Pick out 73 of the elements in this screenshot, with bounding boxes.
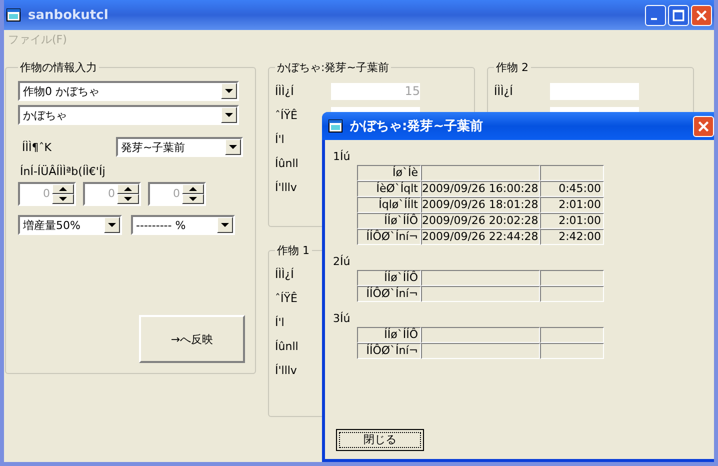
table-cell: ÍÍø`ÍÍÔ xyxy=(357,213,421,229)
field-label: Íûnll xyxy=(275,340,298,352)
table-cell xyxy=(540,286,604,302)
field-label: Í'l xyxy=(275,132,284,146)
table-cell: 2:01:00 xyxy=(540,213,604,229)
apply-button[interactable]: →へ反映 xyxy=(139,315,245,363)
maximize-button[interactable] xyxy=(668,4,689,26)
table-cell: ÍèØ`Íqlt xyxy=(357,181,421,197)
dropdown-arrow-icon xyxy=(229,145,237,149)
table-cell: 0:45:00 xyxy=(540,181,604,197)
field-label: ÍÌÌ¿Í xyxy=(494,84,513,98)
dropdown[interactable]: --------- % xyxy=(131,215,235,235)
dropdown[interactable]: かぼちゃ xyxy=(18,105,239,125)
field-label: ÍÌÌ¿Í xyxy=(275,84,294,98)
up-arrow-icon xyxy=(189,187,197,191)
table-cell: 2009/09/26 22:44:28 xyxy=(421,229,540,245)
field-label: ÍnÍ-ÍÜÂÍÌÌªb(ÍÌ€'Íj xyxy=(19,165,106,178)
down-arrow-icon xyxy=(189,197,197,201)
field-label: ÍÌÌ¶ˆK xyxy=(22,140,52,154)
dropdown-arrow-icon xyxy=(108,223,116,227)
field-label: Í'lllv xyxy=(275,364,297,376)
close-icon xyxy=(697,120,710,132)
field-label: ÍÌÌ¿Í xyxy=(275,268,294,280)
table-cell: ÍÍÔØ`Íní¬ xyxy=(357,229,421,245)
table-cell: 2:42:00 xyxy=(540,229,604,245)
dropdown-arrow-icon xyxy=(225,89,233,93)
minimize-icon xyxy=(651,18,657,20)
close-button[interactable] xyxy=(691,4,712,26)
close-button[interactable] xyxy=(693,116,714,136)
field-label: Íûnll xyxy=(275,156,298,170)
maximize-icon xyxy=(672,8,685,22)
field-label: Í'lllv xyxy=(275,180,297,194)
day-label: 3Íú xyxy=(333,312,352,325)
field-label: ˆÍŸÊ xyxy=(275,108,298,122)
up-arrow-icon xyxy=(59,187,67,191)
day-label: 1Íú xyxy=(333,150,352,163)
minimize-button[interactable] xyxy=(645,4,666,26)
down-arrow-icon xyxy=(124,197,132,201)
dialog-title: かぼちゃ:発芽~子葉前 xyxy=(350,118,484,135)
group-title: 作物の情報入力 xyxy=(19,60,98,75)
group-title: 作物 1 xyxy=(276,243,310,258)
table-cell: ÍÍÔØ`Íní¬ xyxy=(357,286,421,302)
table-cell xyxy=(540,165,604,181)
window-icon xyxy=(328,118,344,134)
dropdown[interactable]: 作物0 かぼちゃ xyxy=(18,81,239,101)
table-cell: Íqlø`ÍÍlt xyxy=(357,197,421,213)
table-cell xyxy=(540,327,604,343)
dropdown[interactable]: 増産量50% xyxy=(18,215,122,235)
table-cell: 2:01:00 xyxy=(540,197,604,213)
group-title: 作物 2 xyxy=(495,60,530,75)
up-arrow-icon xyxy=(124,187,132,191)
dropdown-arrow-icon xyxy=(225,113,233,117)
table-cell: 2009/09/26 16:00:28 xyxy=(421,181,540,197)
table-cell xyxy=(540,270,604,286)
text-field[interactable] xyxy=(550,82,639,100)
down-arrow-icon xyxy=(59,197,67,201)
field-label: Í'l xyxy=(275,316,284,328)
table-cell xyxy=(540,343,604,359)
close-icon xyxy=(695,8,708,22)
window-icon xyxy=(6,7,22,23)
group-title: かぼちゃ:発芽~子葉前 xyxy=(276,60,390,75)
table-cell: Íø`Íè xyxy=(357,165,421,181)
table-cell: ÍÍø`ÍÍÔ xyxy=(357,327,421,343)
dropdown[interactable]: 発芽~子葉前 xyxy=(116,137,243,157)
close-dialog-button[interactable]: 閉じる xyxy=(336,429,424,451)
field-label: ˆÍŸÊ xyxy=(275,292,298,304)
table-cell: ÍÍø`ÍÍÔ xyxy=(357,270,421,286)
table-cell: ÍÍÔØ`Íní¬ xyxy=(357,343,421,359)
table-cell: 2009/09/26 18:01:28 xyxy=(421,197,540,213)
window-title: sanbokutcl xyxy=(28,8,108,22)
dropdown-arrow-icon xyxy=(221,223,229,227)
day-label: 2Íú xyxy=(333,255,352,268)
table-cell: 2009/09/26 20:02:28 xyxy=(421,213,540,229)
